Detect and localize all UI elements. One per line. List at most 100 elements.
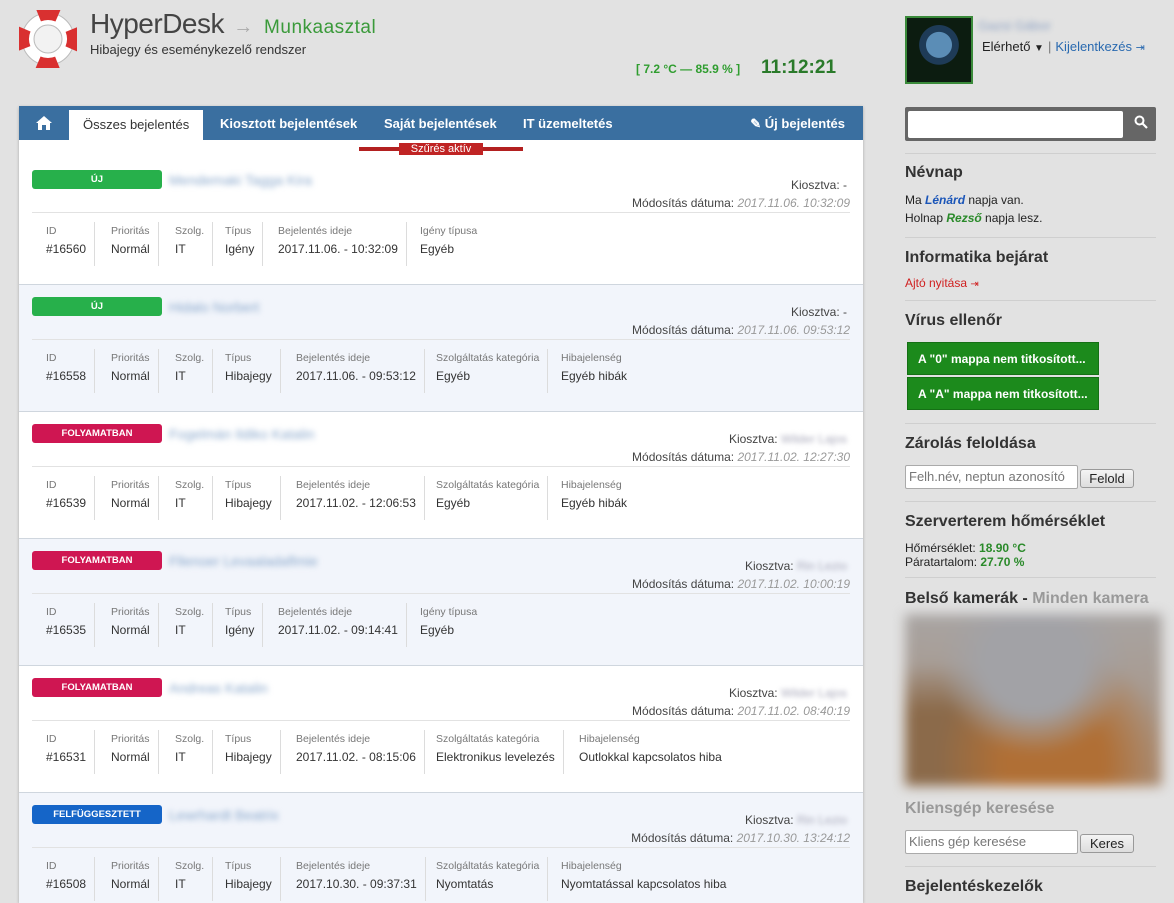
modified-label: Módosítás dátuma: [632,577,735,591]
server-temperature: Hőmérséklet: 18.90 °C [905,541,1026,555]
ticket-field: Hibajelenség Outlokkal kapcsolatos hiba [579,730,730,774]
ticket-field: Szolg. IT [175,603,214,647]
nameday-title: Névnap [905,164,963,181]
field-header: Bejelentés ideje [296,479,371,491]
assignee-label: Kiosztva: [728,432,778,446]
tab-assigned-tickets[interactable]: Kiosztott bejelentések [220,116,357,131]
status-badge: FOLYAMATBAN [32,424,162,443]
lifebuoy-logo-icon[interactable] [19,10,77,68]
camera-feed[interactable] [905,614,1162,786]
ticket-field: Prioritás Normál [111,349,159,393]
modified-label: Módosítás dátuma: [631,831,734,845]
all-cameras-link[interactable]: Minden kamera [1032,590,1148,607]
ticket-field: Szolg. IT [175,476,214,520]
ticket-field: Prioritás Normál [111,476,159,520]
ticket-panel: Összes bejelentés Kiosztott bejelentések… [19,106,863,903]
divider [905,866,1156,867]
modified-date: 2017.11.02. 12:27:30 [737,450,850,464]
avatar[interactable] [905,16,973,84]
brand-arrow: → [233,16,253,38]
status-badge: ÚJ [32,297,162,316]
ticket-title[interactable]: Hidalo Norbert [169,299,259,315]
client-search-input[interactable]: Kliens gép keresése [905,830,1078,854]
field-header: Szolgáltatás kategória [436,733,540,745]
tab-all-tickets[interactable]: Összes bejelentés [69,110,204,141]
field-header: Szolgáltatás kategória [436,860,540,872]
ticket-title[interactable]: Fogelmán Ildiko Katalin [169,426,315,442]
ticket-field: Bejelentés ideje 2017.11.06. - 10:32:09 [278,222,407,266]
virus-alert-button[interactable]: A "A" mappa nem titkosított... [907,377,1099,410]
new-ticket-label: Új bejelentés [764,116,845,131]
ticket-assignee: Kiosztva: - [791,178,847,192]
ticket-title[interactable]: Andreas Katalin [169,680,268,696]
field-header: Szolg. [175,225,205,237]
nameday-tomorrow-pre: Holnap [905,211,947,225]
divider [32,212,850,213]
ticket-title[interactable]: Fllenoer Levaaladaflmie [169,553,318,569]
divider [32,847,850,848]
field-value: IT [175,496,186,510]
ticket-title[interactable]: Mendemaki Tagga Kira [169,172,312,188]
field-value: Hibajegy [225,877,272,891]
field-value: 2017.11.06. - 09:53:12 [296,369,416,383]
field-header: Prioritás [111,606,150,618]
field-value: #16535 [46,623,87,637]
modified-date: 2017.11.06. 09:53:12 [737,323,850,337]
ticket-row[interactable]: ÚJ Hidalo Norbert Kiosztva: - Módosítás dát… [19,285,863,412]
field-header: Hibajelenség [561,860,622,872]
tab-it-operations[interactable]: IT üzemeltetés [523,116,613,131]
client-search-button[interactable]: Keres [1080,834,1134,853]
home-icon[interactable] [36,116,52,130]
field-value: Egyéb [420,242,455,256]
brand[interactable]: HyperDesk → Munkaasztal [90,8,376,40]
ticket-assignee: Kiosztva: - [791,305,847,319]
ticket-field: Bejelentés ideje 2017.11.02. - 09:14:41 [278,603,407,647]
ticket-title[interactable]: Lewrhardt Beatrix [169,807,279,823]
search-icon[interactable] [1134,115,1148,129]
modified-label: Módosítás dátuma: [632,450,735,464]
ticket-field: ID #16535 [46,603,96,647]
assignee-name: - [843,178,847,192]
tab-own-tickets[interactable]: Saját bejelentések [384,116,497,131]
status-dropdown[interactable]: Elérhető ▼ [982,39,1044,54]
temp-value: 18.90 °C [979,541,1026,555]
field-header: ID [46,225,57,237]
filter-active-badge[interactable]: Szűrés aktív [359,143,523,155]
field-value: IT [175,242,186,256]
field-header: Hibajelenség [579,733,640,745]
ticket-row[interactable]: FOLYAMATBAN Andreas Katalin Kiosztva: Wild… [19,666,863,793]
modified-label: Módosítás dátuma: [632,704,735,718]
field-value: Egyéb hibák [561,496,628,510]
ticket-field: Prioritás Normál [111,730,159,774]
divider [905,153,1156,154]
field-header: ID [46,733,57,745]
virus-alert-button[interactable]: A "0" mappa nem titkosított... [907,342,1099,375]
client-search-title: Kliensgép keresése [905,800,1055,817]
filter-badge-label: Szűrés aktív [399,143,483,155]
nameday-tomorrow: Holnap Rezső napja lesz. [905,211,1042,225]
field-header: Szolg. [175,352,205,364]
ticket-row[interactable]: ÚJ Mendemaki Tagga Kira Kiosztva: - Módosít… [19,158,863,285]
ticket-row[interactable]: FOLYAMATBAN Fllenoer Levaaladaflmie Kioszt… [19,539,863,666]
ticket-field: Igény típusa Egyéb [420,603,485,647]
field-value: Egyéb hibák [561,369,628,383]
ticket-row[interactable]: FOLYAMATBAN Fogelmán Ildiko Katalin Kioszt… [19,412,863,539]
logout-label: Kijelentkezés [1055,39,1132,54]
field-value: 2017.10.30. - 09:37:31 [296,877,417,891]
field-value: Egyéb [420,623,455,637]
field-header: Prioritás [111,225,150,237]
divider [905,423,1156,424]
search-input[interactable] [908,111,1123,138]
unlock-username-input[interactable]: Felh.név, neptun azonosító [905,465,1078,489]
ticket-row[interactable]: FELFÜGGESZTETT Lewrhardt Beatrix Kiosztva:… [19,793,863,903]
ticket-field: ID #16539 [46,476,96,520]
field-header: Szolg. [175,860,205,872]
ticket-field: Hibajelenség Egyéb hibák [561,349,635,393]
door-open-link[interactable]: Ajtó nyitása ⇥ [905,276,979,290]
unlock-button[interactable]: Felold [1080,469,1134,488]
user-name[interactable]: Gazsi Gábor [978,18,1051,33]
new-ticket-button[interactable]: ✎ Új bejelentés [750,116,845,132]
logout-link[interactable]: | Kijelentkezés ⇥ [1048,39,1145,54]
ticket-modified: Módosítás dátuma: 2017.11.02. 12:27:30 [632,450,850,464]
divider [905,577,1156,578]
